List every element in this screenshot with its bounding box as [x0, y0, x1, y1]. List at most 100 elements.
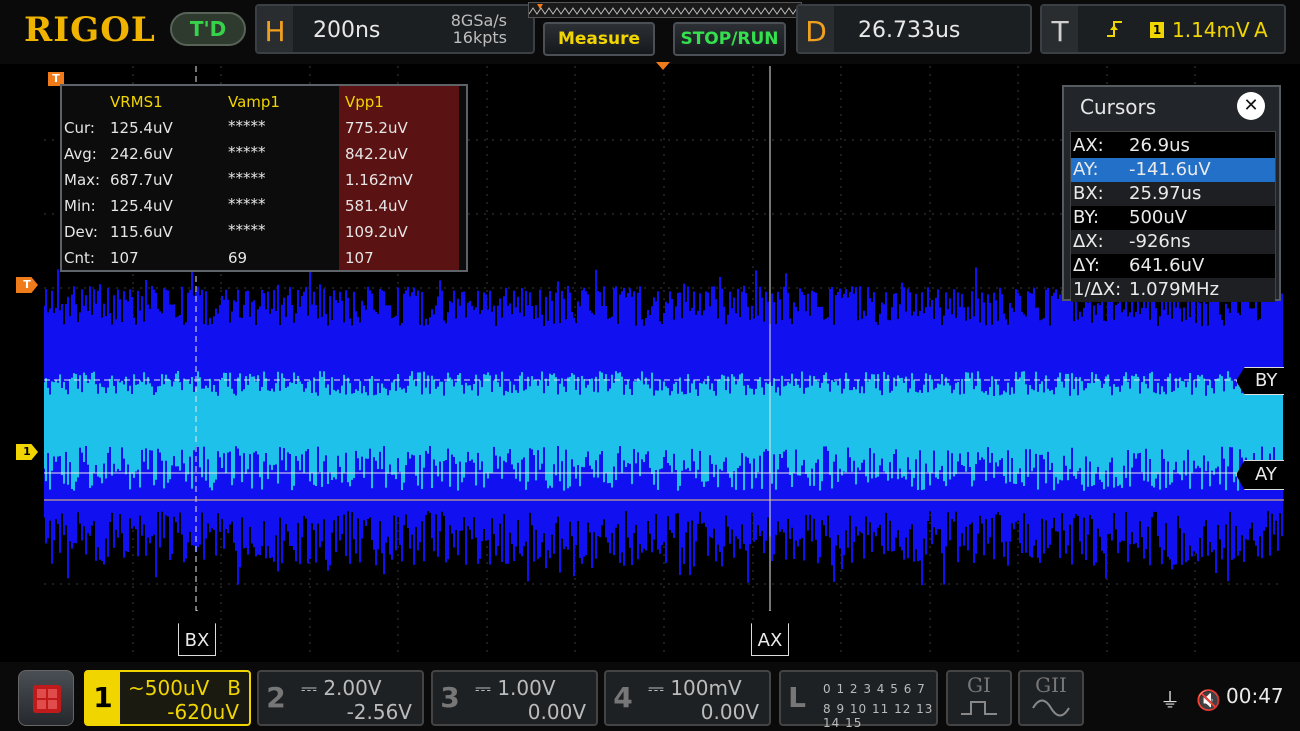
- table-cell: 1.162mV: [345, 171, 413, 189]
- table-cell: *****: [228, 169, 266, 187]
- channel-scale: ⎓ 100mV: [648, 676, 742, 700]
- table-cell: *****: [228, 221, 266, 239]
- cursor-row-by[interactable]: BY: 500uV: [1071, 206, 1275, 230]
- channel-4-box[interactable]: 4 ⎓ 100mV 0.00V: [604, 670, 771, 726]
- cursor-value: 500uV: [1129, 207, 1188, 228]
- delay-panel[interactable]: D 26.733us: [796, 4, 1032, 54]
- measurement-table[interactable]: VRMS1 Vamp1 Vpp1 Cur: 125.4uV ***** 775.…: [60, 84, 468, 272]
- cursor-row-ax[interactable]: AX: 26.9us: [1071, 134, 1275, 158]
- td-indicator[interactable]: T'D: [170, 12, 246, 46]
- generator-label: GII: [1035, 673, 1067, 697]
- table-cell: 842.2uV: [345, 145, 408, 163]
- cursor-row-ay[interactable]: AY: -141.6uV: [1071, 158, 1275, 182]
- cursor-value: 25.97us: [1129, 183, 1202, 204]
- stop-run-button[interactable]: STOP/RUN: [673, 22, 786, 56]
- logic-label: L: [788, 681, 806, 714]
- horizontal-panel[interactable]: H 200ns 8GSa/s 16kpts: [255, 4, 535, 54]
- table-cell: 125.4uV: [110, 197, 173, 215]
- channel-1-box[interactable]: 1 ~500uV B -620uV: [84, 670, 251, 726]
- ch1-offset-marker[interactable]: 1: [16, 444, 38, 460]
- timebase-value: 200ns: [313, 18, 381, 43]
- status-icons: ⏚ 🔇: [1160, 684, 1221, 713]
- channel-number: 4: [613, 681, 633, 714]
- table-cell: 125.4uV: [110, 119, 173, 137]
- row-label: Max:: [64, 171, 101, 189]
- cursor-value: 26.9us: [1129, 135, 1190, 156]
- table-cell: 69: [228, 249, 248, 267]
- trigger-level-marker[interactable]: T: [16, 277, 38, 293]
- row-label: Avg:: [64, 145, 97, 163]
- table-cell: 581.4uV: [345, 197, 408, 215]
- waveform-position-strip: [528, 2, 802, 18]
- square-wave-icon: [961, 701, 997, 715]
- cursor-key: ΔX:: [1073, 231, 1104, 252]
- channel-3-box[interactable]: 3 ⎓ 1.00V 0.00V: [431, 670, 598, 726]
- trigger-panel[interactable]: T 1 1.14mV A: [1040, 4, 1286, 54]
- trigger-level: 1.14mV: [1172, 18, 1250, 42]
- table-cell: *****: [228, 195, 266, 213]
- main-menu-button[interactable]: [18, 670, 74, 726]
- header-vpp: Vpp1: [345, 93, 384, 111]
- logic-analyzer-box[interactable]: L 0 1 2 3 4 5 6 7 8 9 10 11 12 13 14 15: [779, 670, 938, 730]
- channel-number: 3: [440, 681, 460, 714]
- cursor-ay-tag[interactable]: AY: [1236, 460, 1284, 490]
- position-zigzag: [528, 4, 798, 15]
- measure-button[interactable]: Measure: [543, 22, 655, 56]
- brand-logo: RIGOL: [24, 10, 156, 50]
- table-cell: 775.2uV: [345, 119, 408, 137]
- row-label: Cur:: [64, 119, 95, 137]
- cursor-key: AY:: [1073, 159, 1099, 180]
- clock: 00:47: [1226, 684, 1284, 708]
- table-cell: *****: [228, 143, 266, 161]
- bandwidth-limit-badge: B: [227, 676, 241, 700]
- rising-edge-icon: [1106, 18, 1126, 45]
- cursor-key: 1/ΔX:: [1073, 279, 1122, 300]
- sine-wave-icon: [1032, 699, 1070, 717]
- menu-grid-icon: [33, 685, 61, 713]
- cursor-row-bx[interactable]: BX: 25.97us: [1071, 182, 1275, 206]
- cursor-row-dx[interactable]: ΔX: -926ns: [1071, 230, 1275, 254]
- trigger-letter: T: [1042, 6, 1078, 52]
- channel-scale: ~500uV: [128, 676, 210, 700]
- delay-value: 26.733us: [858, 18, 961, 43]
- table-cell: 242.6uV: [110, 145, 173, 163]
- generator-2-box[interactable]: GII: [1018, 670, 1084, 726]
- cursor-value: 641.6uV: [1129, 255, 1205, 276]
- cursor-key: AX:: [1073, 135, 1104, 156]
- cursor-value: -926ns: [1129, 231, 1191, 252]
- cursor-value: 1.079MHz: [1129, 279, 1220, 300]
- horizontal-letter: H: [257, 6, 293, 52]
- channel-number: 2: [266, 681, 286, 714]
- header-vamp: Vamp1: [228, 93, 280, 111]
- row-label: Dev:: [64, 223, 98, 241]
- delay-marker: [656, 62, 670, 70]
- cursor-key: BY:: [1073, 207, 1100, 228]
- channel-offset: 0.00V: [527, 700, 586, 724]
- cursor-row-inv-dx[interactable]: 1/ΔX: 1.079MHz: [1071, 278, 1275, 302]
- cursor-by-tag[interactable]: BY: [1236, 367, 1284, 395]
- channel-number: 1: [86, 672, 120, 724]
- header-vrms: VRMS1: [110, 93, 163, 111]
- row-label: Cnt:: [64, 249, 95, 267]
- cursors-panel[interactable]: Cursors ✕ AX: 26.9us AY: -141.6uV BX: 25.97…: [1062, 85, 1281, 302]
- generator-label: GI: [967, 673, 991, 697]
- cursor-key: BX:: [1073, 183, 1104, 204]
- bottom-bar: 1 ~500uV B -620uV 2 ⎓ 2.00V -2.56V 3 ⎓ 1…: [0, 662, 1300, 731]
- channel-offset: -2.56V: [346, 700, 412, 724]
- table-cell: *****: [228, 117, 266, 135]
- table-cell: 687.7uV: [110, 171, 173, 189]
- generator-1-box[interactable]: GI: [946, 670, 1012, 726]
- channel-2-box[interactable]: 2 ⎓ 2.00V -2.56V: [257, 670, 424, 726]
- cursor-row-dy[interactable]: ΔY: 641.6uV: [1071, 254, 1275, 278]
- close-icon[interactable]: ✕: [1237, 92, 1265, 120]
- trigger-mode: A: [1254, 18, 1268, 42]
- memory-depth: 16kpts: [452, 28, 507, 47]
- sample-rate-info: 8GSa/s 16kpts: [451, 12, 507, 46]
- row-label: Min:: [64, 197, 96, 215]
- channel-scale: ⎓ 1.00V: [475, 676, 556, 700]
- cursor-key: ΔY:: [1073, 255, 1100, 276]
- speaker-muted-icon[interactable]: 🔇: [1196, 688, 1221, 712]
- table-cell: 107: [110, 249, 139, 267]
- table-cell: 107: [345, 249, 374, 267]
- channel-offset: -620uV: [167, 700, 239, 724]
